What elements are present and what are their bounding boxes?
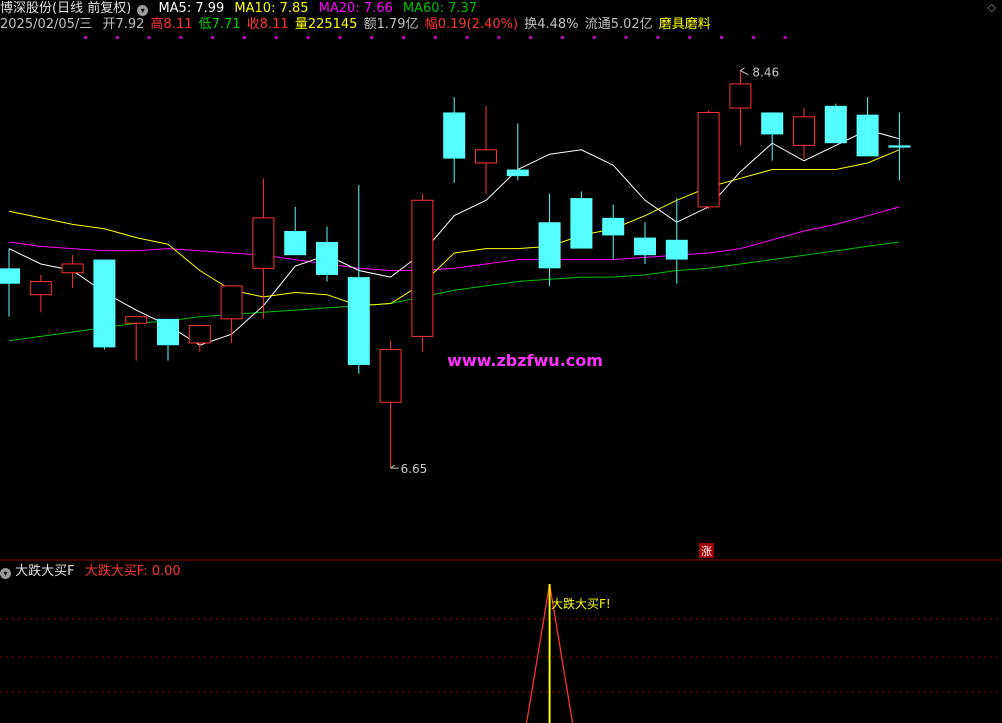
top-dot xyxy=(592,36,596,39)
top-dot xyxy=(370,36,374,39)
top-dot xyxy=(561,36,564,39)
kline-chart: www.zbzfwu.com 8.46 6.65 涨 大跌大买F! xyxy=(0,36,1002,723)
candle xyxy=(379,340,402,469)
top-dot xyxy=(465,36,469,39)
top-dot xyxy=(720,36,723,39)
candle xyxy=(29,274,52,313)
candle-body xyxy=(0,268,20,284)
candle-body xyxy=(665,239,688,260)
candle-body xyxy=(157,318,179,346)
candle xyxy=(570,191,593,249)
zhang-marker: 涨 xyxy=(699,543,714,558)
candle xyxy=(793,108,815,159)
candle-body xyxy=(793,116,815,146)
candle xyxy=(856,97,879,157)
top-dot xyxy=(656,36,660,39)
candle-body xyxy=(824,105,847,144)
ma60-line xyxy=(8,241,900,342)
zhang-marker-text: 涨 xyxy=(701,545,712,558)
candle-body xyxy=(634,237,656,256)
high-annotation: 8.46 xyxy=(752,66,779,80)
candle xyxy=(729,70,752,146)
top-dot xyxy=(115,36,119,39)
candle-body xyxy=(443,112,466,159)
candle xyxy=(125,316,148,361)
candle xyxy=(188,324,211,352)
candle-body xyxy=(538,222,561,269)
candle xyxy=(665,198,688,284)
candle xyxy=(888,112,911,181)
candle-body xyxy=(697,111,720,208)
top-dot xyxy=(529,36,533,39)
candle-body xyxy=(29,281,52,296)
candle xyxy=(61,255,84,289)
top-dot xyxy=(179,36,183,39)
top-dot xyxy=(84,36,87,39)
candle xyxy=(284,206,307,256)
watermark: www.zbzfwu.com xyxy=(447,351,603,370)
candle-body xyxy=(888,145,911,148)
candle xyxy=(824,103,847,144)
top-dot xyxy=(433,36,437,39)
candle-body xyxy=(284,231,307,256)
candle-body xyxy=(729,83,752,109)
candle-body xyxy=(316,242,338,275)
candle-body xyxy=(379,349,402,403)
candle xyxy=(252,178,275,319)
candle-body xyxy=(761,112,784,135)
candle-body xyxy=(125,316,148,324)
candle xyxy=(538,193,561,286)
candle xyxy=(761,112,784,161)
candle xyxy=(506,123,529,181)
top-dot xyxy=(306,36,310,39)
candle xyxy=(347,184,370,374)
top-dot xyxy=(751,36,755,39)
candle-body xyxy=(347,277,370,365)
candle-body xyxy=(570,198,593,249)
top-dot xyxy=(147,36,151,39)
indicator-signal-label: 大跌大买F! xyxy=(551,596,611,611)
low-arrow xyxy=(390,464,399,469)
low-annotation: 6.65 xyxy=(401,462,428,476)
candle xyxy=(316,226,338,282)
candlesticks xyxy=(0,70,911,469)
candle xyxy=(602,204,625,260)
candle xyxy=(411,193,434,352)
candle xyxy=(697,110,720,210)
candle-body xyxy=(475,149,497,164)
candle xyxy=(443,97,466,183)
candle-body xyxy=(252,217,275,269)
candle xyxy=(93,259,116,350)
top-dot xyxy=(497,36,501,39)
candle-body xyxy=(220,285,243,320)
candle-body xyxy=(93,259,116,348)
top-dot xyxy=(243,36,246,39)
top-dot xyxy=(688,36,692,39)
candle-body xyxy=(506,169,529,177)
candle-body xyxy=(856,114,879,157)
candle-body xyxy=(61,263,84,274)
top-dot xyxy=(624,36,628,39)
candle xyxy=(475,105,497,194)
candle-body xyxy=(602,217,625,236)
candle xyxy=(0,248,20,317)
candle-body xyxy=(411,199,434,337)
top-dot xyxy=(274,36,278,39)
top-dot xyxy=(402,36,405,39)
top-dot xyxy=(211,36,215,39)
candle-body xyxy=(188,324,211,344)
high-arrow xyxy=(740,67,749,76)
top-dot xyxy=(338,36,342,39)
candle xyxy=(220,285,243,343)
candle xyxy=(157,318,179,361)
top-dot xyxy=(783,36,787,39)
